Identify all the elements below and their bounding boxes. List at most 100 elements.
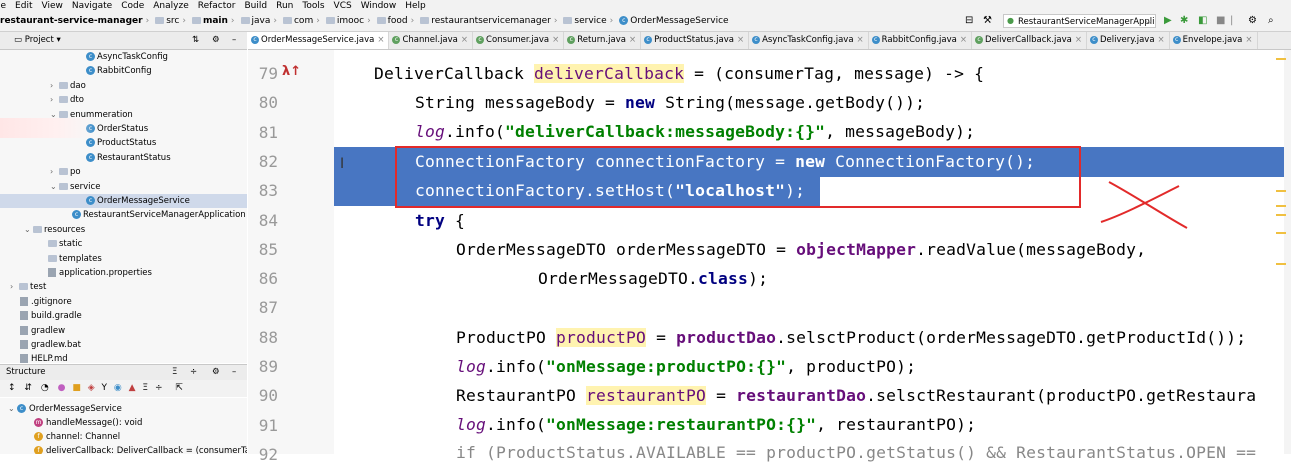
coverage-icon[interactable]: ◧ [1198, 15, 1207, 27]
menu-item[interactable]: Edit [15, 1, 32, 11]
menu-item[interactable]: Navigate [72, 1, 112, 11]
editor-tab[interactable]: c Delivery.java × [1087, 32, 1170, 49]
chevron-down-icon[interactable]: ⌄ [24, 223, 33, 237]
collapse-all-icon[interactable]: ÷ [155, 383, 163, 393]
breadcrumb-item[interactable]: service › [563, 12, 616, 31]
debug-icon[interactable]: ✱ [1180, 15, 1188, 27]
anonymous-classes-icon[interactable]: ◉ [114, 383, 122, 393]
editor-tab[interactable]: c Channel.java × [389, 32, 474, 49]
layout-icon[interactable]: ⊟ [965, 15, 973, 27]
close-icon[interactable]: × [1158, 35, 1165, 45]
menu-item[interactable]: Refactor [198, 1, 236, 11]
breadcrumb-item[interactable]: food › [376, 12, 418, 31]
close-icon[interactable]: × [1075, 35, 1082, 45]
tree-item[interactable]: c OrderMessageService [0, 194, 247, 208]
tree-item[interactable]: gradlew.bat [20, 338, 81, 352]
close-icon[interactable]: × [552, 35, 559, 45]
chevron-down-icon[interactable]: ⌄ [50, 180, 59, 194]
tree-item[interactable]: c RestaurantServiceManagerApplication [72, 208, 246, 222]
chevron-right-icon[interactable]: › [50, 79, 59, 93]
editor-tab[interactable]: c RabbitConfig.java × [869, 32, 972, 49]
tree-item[interactable]: c ProductStatus [86, 136, 156, 150]
menu-item[interactable]: Build [245, 1, 268, 11]
editor-tab[interactable]: c OrderMessageService.java × [248, 32, 390, 49]
collapse-icon[interactable]: ⇅ [192, 32, 199, 49]
close-icon[interactable]: × [377, 35, 384, 45]
tree-item[interactable]: ⌄ service [50, 180, 100, 194]
tree-item[interactable]: HELP.md [20, 352, 68, 363]
close-icon[interactable]: × [737, 35, 744, 45]
run-icon[interactable]: ▶ [1164, 15, 1172, 27]
close-icon[interactable]: × [960, 35, 967, 45]
sort-alpha-icon[interactable]: ↕ [8, 383, 16, 393]
menu-item[interactable]: Analyze [153, 1, 188, 11]
tree-item[interactable]: › po [50, 165, 81, 179]
menu-item[interactable]: Window [361, 1, 397, 11]
editor-tab[interactable]: c Return.java × [564, 32, 642, 49]
show-toolbar-icon[interactable]: ▲ [129, 383, 136, 393]
structure-item[interactable]: f deliverCallback: DeliverCallback = (con… [34, 444, 247, 454]
tree-item[interactable]: gradlew [20, 324, 65, 338]
show-non-public-icon[interactable]: ◈ [88, 383, 95, 393]
tree-item[interactable]: › dto [50, 93, 84, 107]
editor-tab[interactable]: c DeliverCallback.java × [972, 32, 1087, 49]
menu-item[interactable]: Help [405, 1, 426, 11]
editor-tab[interactable]: c Envelope.java × [1170, 32, 1258, 49]
breadcrumb-item[interactable]: restaurant-service-manager › [0, 12, 152, 31]
hide-icon[interactable]: – [232, 32, 236, 49]
show-fields-icon[interactable]: ■ [72, 383, 81, 393]
chevron-right-icon[interactable]: › [10, 280, 19, 294]
editor-tab[interactable]: c AsyncTaskConfig.java × [749, 32, 869, 49]
editor-tab[interactable]: c ProductStatus.java × [641, 32, 750, 49]
expand-icon[interactable]: Ξ [172, 365, 177, 380]
menu-item[interactable]: le [0, 1, 6, 11]
sort-visibility-icon[interactable]: ⇵ [24, 383, 32, 393]
structure-item[interactable]: ⌄ c OrderMessageService [8, 402, 122, 416]
breadcrumb-item[interactable]: imooc › [325, 12, 374, 31]
run-configuration-select[interactable]: RestaurantServiceManagerApplication⌵ [1003, 14, 1156, 28]
project-dropdown-icon[interactable]: ▾ [57, 35, 61, 45]
settings-icon[interactable]: ⚙ [1248, 15, 1257, 27]
breadcrumb-item[interactable]: java › [240, 12, 280, 31]
chevron-down-icon[interactable]: ⌄ [8, 402, 17, 416]
structure-item[interactable]: f channel: Channel [34, 430, 120, 444]
tree-item[interactable]: application.properties [48, 266, 152, 280]
chevron-right-icon[interactable]: › [50, 165, 59, 179]
hammer-icon[interactable]: ⚒ [983, 15, 992, 27]
editor-scrollbar[interactable] [1284, 50, 1291, 454]
tree-item[interactable]: static [48, 237, 82, 251]
menu-item[interactable]: Code [121, 1, 144, 11]
menu-item[interactable]: Tools [302, 1, 324, 11]
stop-icon[interactable]: ■ [1216, 15, 1225, 27]
close-icon[interactable]: × [629, 35, 636, 45]
search-icon[interactable]: ⌕ [1268, 15, 1274, 27]
breadcrumb-item[interactable]: src › [155, 12, 189, 31]
show-inherited-icon[interactable]: ◔ [41, 383, 49, 393]
menu-item[interactable]: View [41, 1, 62, 11]
gear-icon[interactable]: ⚙ [212, 32, 220, 49]
tree-item[interactable]: templates [48, 252, 102, 266]
close-icon[interactable]: × [857, 35, 864, 45]
breadcrumb-item[interactable]: restaurantservicemanager › [420, 12, 560, 31]
tree-item[interactable]: › dao [50, 79, 86, 93]
menu-item[interactable]: VCS [334, 1, 352, 11]
autoscroll-icon[interactable]: ⇱ [175, 383, 183, 393]
tree-item[interactable]: c AsyncTaskConfig [86, 50, 168, 64]
tree-item[interactable]: .gitignore [20, 295, 72, 309]
expand-all-icon[interactable]: Ξ [142, 383, 148, 393]
close-icon[interactable]: × [461, 35, 468, 45]
project-title[interactable]: Project [25, 35, 54, 45]
collapse-icon[interactable]: ÷ [190, 365, 197, 380]
tree-item[interactable]: cOrderStatus [86, 122, 148, 136]
breadcrumb-item[interactable]: c OrderMessageService [619, 12, 729, 31]
lambda-override-icon[interactable]: λ↑ [282, 64, 301, 79]
chevron-right-icon[interactable]: › [50, 93, 59, 107]
editor-tab[interactable]: c Consumer.java × [473, 32, 565, 49]
tree-item[interactable]: c RabbitConfig [86, 64, 152, 78]
show-lambdas-icon[interactable]: Y [102, 383, 108, 393]
breadcrumb-item[interactable]: com › [282, 12, 323, 31]
breadcrumb-item[interactable]: main › [191, 12, 238, 31]
show-properties-icon[interactable]: ● [58, 383, 66, 393]
tree-item[interactable]: ⌄ resources [24, 223, 85, 237]
tree-item[interactable]: c RestaurantStatus [86, 151, 171, 165]
